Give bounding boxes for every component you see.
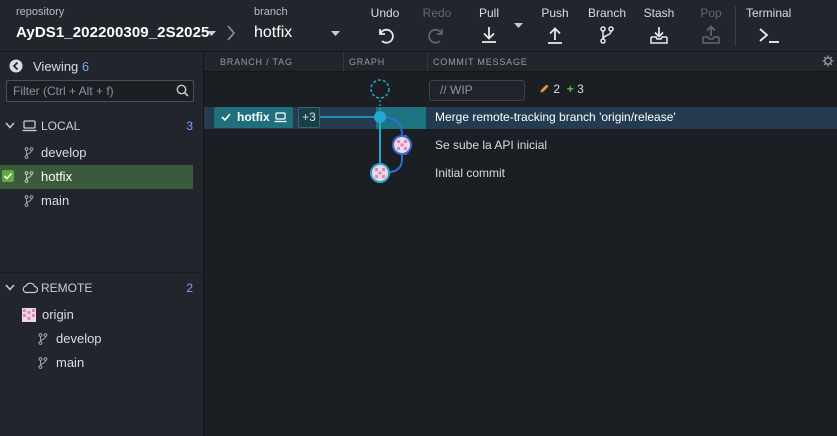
commit-message[interactable]: Initial commit — [435, 166, 505, 180]
repository-selector[interactable]: AyDS1_202200309_2S2025 — [16, 24, 209, 41]
local-branch-main[interactable]: main — [0, 189, 193, 213]
undo-label: Undo — [370, 6, 400, 20]
viewing-label: Viewing — [33, 59, 79, 74]
redo-icon — [428, 28, 443, 44]
remote-avatar-icon — [22, 308, 36, 322]
wip-message-input[interactable] — [440, 83, 520, 97]
undo-icon — [379, 28, 394, 44]
pencil-icon — [540, 84, 549, 93]
commit-graph — [320, 79, 412, 183]
remote-count: 2 — [186, 281, 193, 295]
branch-icon — [24, 195, 34, 207]
column-divider[interactable] — [343, 52, 344, 71]
branch-icon — [38, 333, 48, 345]
pop-button[interactable]: Pop — [686, 6, 736, 47]
repository-label: repository — [16, 6, 65, 18]
terminal-icon — [759, 28, 779, 43]
push-button[interactable]: Push — [530, 6, 580, 47]
pop-icon — [702, 25, 720, 44]
wip-node — [370, 79, 390, 99]
chevron-down-icon[interactable] — [5, 284, 15, 291]
remote-origin[interactable]: origin — [0, 303, 193, 327]
terminal-label: Terminal — [746, 6, 792, 20]
commit-message-column-header[interactable]: COMMIT MESSAGE — [433, 57, 528, 67]
branch-button[interactable]: Branch — [582, 6, 632, 47]
pop-label: Pop — [700, 6, 722, 20]
branch-label: hotfix — [41, 169, 73, 184]
chevron-down-icon[interactable] — [5, 122, 15, 129]
search-icon — [176, 84, 189, 97]
branch-tag-column-header[interactable]: BRANCH / TAG — [220, 57, 293, 67]
toolbar-divider — [735, 6, 736, 46]
merge-commit-node — [374, 111, 386, 123]
filter-input[interactable] — [13, 83, 173, 99]
undo-button[interactable]: Undo — [360, 6, 410, 47]
local-branch-develop[interactable]: develop — [0, 141, 193, 165]
wip-box — [429, 80, 525, 101]
branch-label: develop — [56, 331, 102, 346]
push-icon — [548, 27, 562, 44]
push-label: Push — [541, 6, 569, 20]
pull-label: Pull — [478, 6, 499, 20]
remote-branch-develop[interactable]: develop — [0, 327, 193, 351]
graph-column-header[interactable]: GRAPH — [349, 57, 385, 67]
branch-label: branch — [254, 6, 288, 18]
branch-icon — [38, 357, 48, 369]
commit-message[interactable]: Merge remote-tracking branch 'origin/rel… — [435, 110, 676, 124]
redo-button[interactable]: Redo — [412, 6, 462, 47]
column-divider[interactable] — [427, 52, 428, 71]
chevron-right-icon — [226, 25, 236, 41]
branch-selector[interactable]: hotfix — [254, 24, 292, 42]
laptop-icon — [22, 120, 37, 132]
toolbar: repository AyDS1_202200309_2S2025 branch… — [0, 0, 837, 52]
viewing-count: 6 — [81, 59, 90, 74]
pull-button[interactable]: Pull — [464, 6, 514, 47]
terminal-button[interactable]: Terminal — [746, 6, 791, 44]
branch-button-label: Branch — [587, 6, 627, 20]
local-branch-hotfix[interactable]: hotfix — [0, 165, 193, 189]
gear-icon[interactable] — [822, 55, 834, 67]
left-panel: Viewing 6 LOCAL 3 develop hotfix main RE… — [0, 52, 204, 436]
branch-caret-icon[interactable] — [331, 31, 340, 37]
author-avatar-icon — [392, 135, 412, 155]
checked-out-check-icon — [2, 170, 14, 182]
section-divider — [0, 272, 203, 273]
remote-branch-main[interactable]: main — [0, 351, 193, 375]
back-arrow-icon[interactable] — [9, 59, 23, 73]
commit-message[interactable]: Se sube la API inicial — [435, 138, 547, 152]
pull-icon — [482, 27, 496, 43]
branch-icon — [24, 147, 34, 159]
local-section-header[interactable]: LOCAL 3 — [0, 116, 203, 138]
stash-icon — [650, 27, 668, 44]
author-avatar-icon — [370, 163, 390, 183]
cloud-icon — [22, 282, 38, 294]
stash-button[interactable]: Stash — [634, 6, 684, 47]
plus-icon: + — [563, 82, 574, 96]
redo-label: Redo — [422, 6, 452, 20]
filter-box — [6, 80, 194, 102]
remote-label: REMOTE — [41, 281, 93, 295]
local-label: LOCAL — [41, 119, 81, 133]
commit-graph-panel: BRANCH / TAG GRAPH COMMIT MESSAGE 2 + 3 … — [204, 52, 837, 436]
added-count: 3 — [577, 82, 584, 96]
remote-section-header[interactable]: REMOTE 2 — [0, 278, 203, 300]
local-count: 3 — [186, 119, 193, 133]
branch-icon — [600, 26, 614, 44]
branch-label: main — [41, 193, 70, 208]
stash-label: Stash — [643, 6, 675, 20]
remote-name: origin — [42, 307, 74, 322]
wip-change-summary[interactable]: 2 + 3 — [539, 82, 584, 96]
branch-label: main — [56, 355, 85, 370]
branch-label: develop — [41, 145, 87, 160]
column-header: BRANCH / TAG GRAPH COMMIT MESSAGE — [204, 52, 837, 72]
pull-options-caret-icon[interactable] — [514, 23, 523, 29]
repository-caret-icon[interactable] — [207, 31, 216, 37]
modified-count: 2 — [553, 82, 561, 96]
branch-icon — [24, 171, 34, 183]
